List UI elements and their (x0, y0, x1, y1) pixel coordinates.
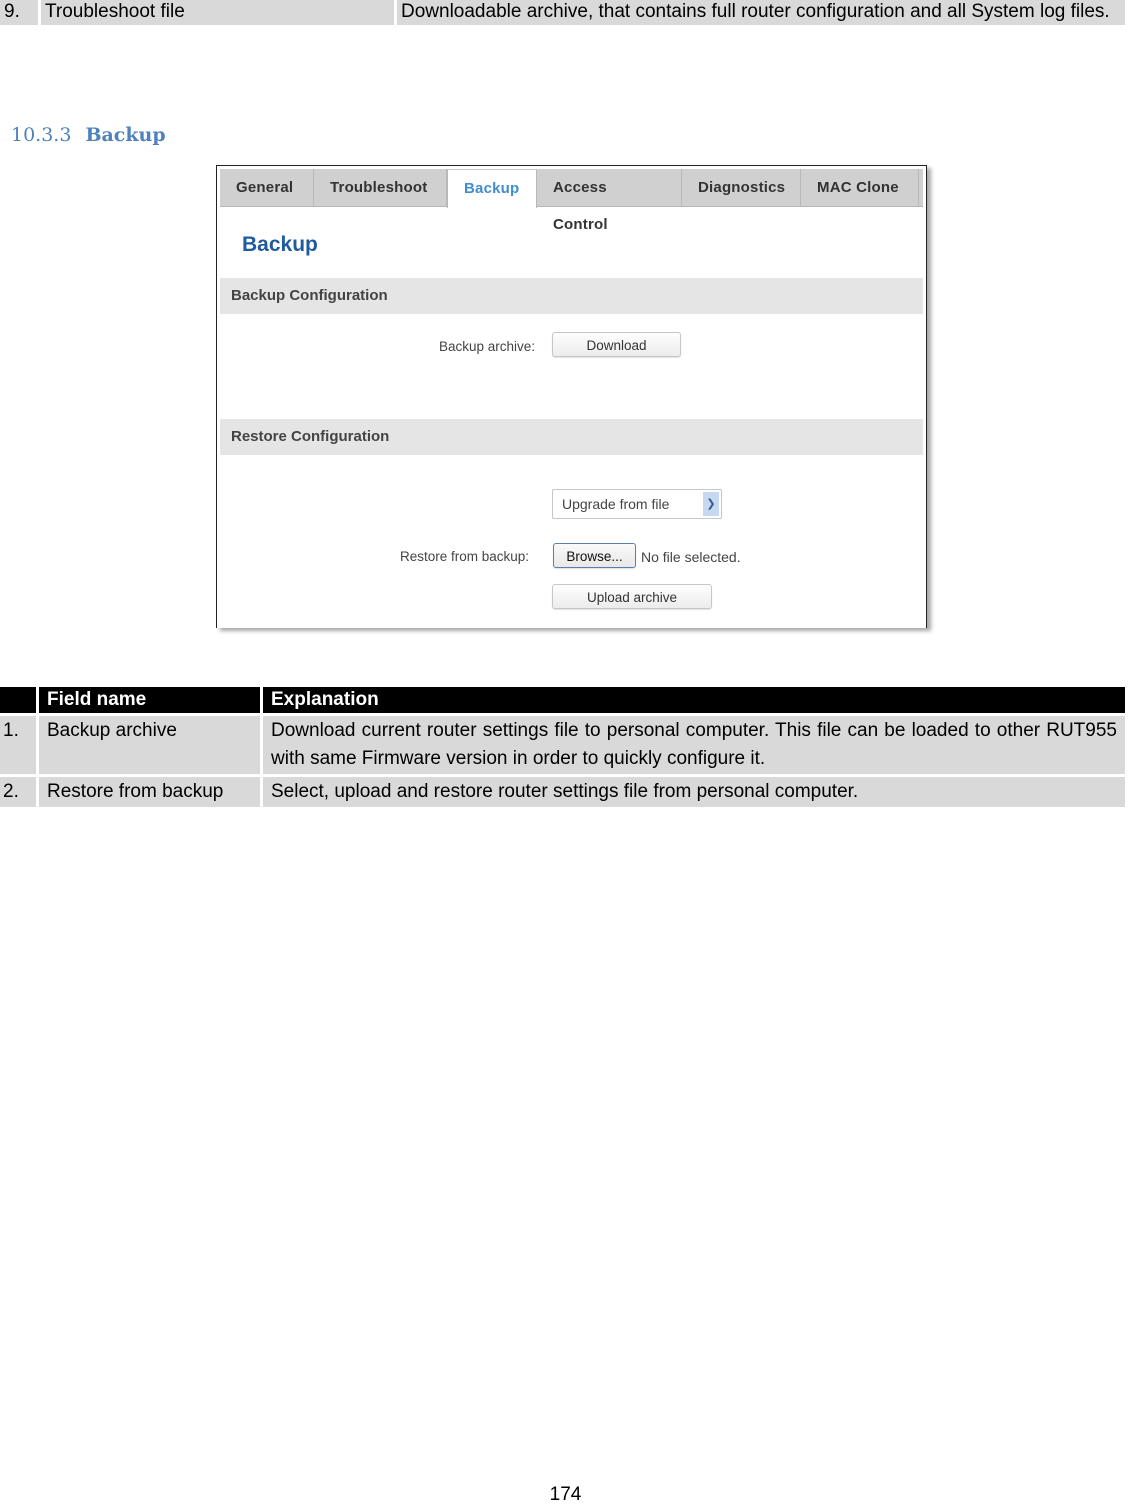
explanation-cell: Downloadable archive, that contains full… (397, 0, 1125, 25)
header-explanation: Explanation (263, 687, 1125, 713)
explanation-cell: Download current router settings file to… (263, 716, 1125, 774)
browse-button[interactable]: Browse... (553, 543, 636, 568)
tab-access-control[interactable]: Access Control (537, 169, 682, 233)
header-field-name: Field name (39, 687, 260, 713)
router-ui-screenshot: General Troubleshoot Backup Access Contr… (216, 165, 927, 628)
restore-mode-select[interactable]: Upgrade from file ❯ (552, 489, 722, 519)
tab-label: Access Control (553, 179, 608, 233)
select-value: Upgrade from file (562, 496, 670, 512)
header-number (0, 687, 36, 713)
troubleshoot-table-continuation: 9. Troubleshoot file Downloadable archiv… (0, 0, 1128, 25)
tab-label: Troubleshoot (330, 179, 428, 196)
row-number: 9. (0, 0, 38, 25)
table-row: 2. Restore from backup Select, upload an… (0, 777, 1125, 807)
section-title: Backup (85, 124, 166, 146)
tab-general[interactable]: General (220, 169, 314, 206)
table-row: 1. Backup archive Download current route… (0, 716, 1125, 774)
tab-label: General (236, 179, 294, 196)
field-explanation-table: Field name Explanation 1. Backup archive… (0, 684, 1128, 810)
explanation-cell: Select, upload and restore router settin… (263, 777, 1125, 807)
tab-label: Diagnostics (698, 179, 786, 196)
page-number: 174 (549, 1484, 582, 1505)
tab-troubleshoot[interactable]: Troubleshoot (314, 169, 447, 206)
tab-backup[interactable]: Backup (447, 169, 537, 208)
panel-title: Backup (242, 233, 318, 256)
section-number: 10.3.3 (11, 124, 72, 146)
upload-archive-button[interactable]: Upload archive (552, 584, 712, 609)
tab-label: Backup (464, 180, 520, 197)
file-status: No file selected. (641, 549, 741, 565)
row-number: 2. (0, 777, 36, 807)
download-button[interactable]: Download (552, 332, 681, 357)
backup-configuration-header: Backup Configuration (220, 278, 923, 314)
table-row: 9. Troubleshoot file Downloadable archiv… (0, 0, 1125, 25)
tab-mac-clone[interactable]: MAC Clone (801, 169, 919, 206)
field-name-cell: Backup archive (39, 716, 260, 774)
tab-label: MAC Clone (817, 179, 899, 196)
restore-from-backup-label: Restore from backup: (400, 549, 530, 564)
tab-bar: General Troubleshoot Backup Access Contr… (220, 169, 923, 233)
restore-configuration-header: Restore Configuration (220, 419, 923, 455)
field-name-cell: Troubleshoot file (41, 0, 394, 25)
section-heading: 10.3.3 Backup (11, 124, 166, 146)
chevron-down-icon[interactable]: ❯ (703, 492, 719, 516)
row-number: 1. (0, 716, 36, 774)
backup-archive-label: Backup archive: (439, 339, 536, 354)
tab-diagnostics[interactable]: Diagnostics (682, 169, 801, 206)
table-header-row: Field name Explanation (0, 687, 1125, 713)
field-name-cell: Restore from backup (39, 777, 260, 807)
